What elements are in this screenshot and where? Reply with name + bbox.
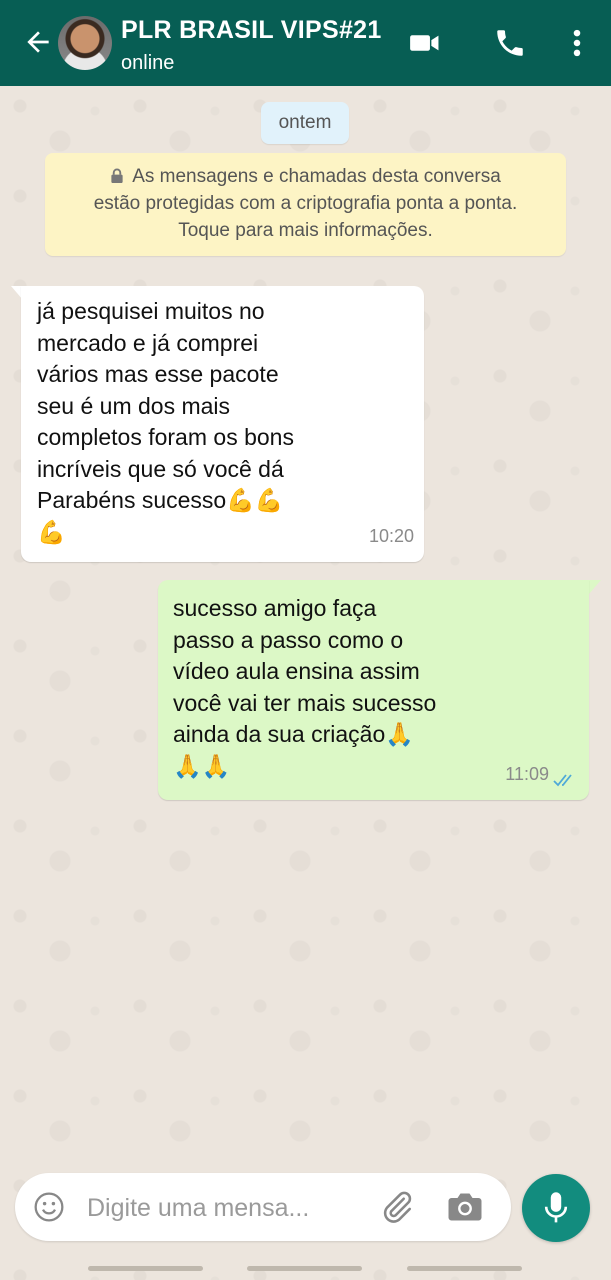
nav-hint (88, 1266, 203, 1271)
lock-icon (111, 168, 123, 183)
bubble-tail (589, 580, 601, 594)
contact-status: online (121, 52, 175, 74)
message-incoming[interactable]: já pesquisei muitos no mercado e já comp… (21, 286, 424, 562)
phone-icon[interactable] (492, 26, 528, 60)
smiley-icon[interactable] (33, 1191, 65, 1223)
microphone-icon (544, 1192, 568, 1223)
encryption-notice-line: As mensagens e chamadas desta conversa (45, 163, 566, 190)
message-input[interactable] (85, 1187, 379, 1229)
chat-header: PLR BRASIL VIPS#21 online (0, 0, 611, 86)
nav-hint (247, 1266, 362, 1271)
chat-title[interactable]: PLR BRASIL VIPS#21 (121, 16, 382, 45)
encryption-notice-line: estão protegidas com a criptografia pont… (93, 193, 518, 214)
microphone-button[interactable] (522, 1174, 590, 1242)
message-text: sucesso amigo faça passo a passo como o … (173, 595, 437, 779)
encryption-notice-line: Toque para mais informações. (178, 220, 433, 241)
paperclip-icon[interactable] (379, 1189, 415, 1225)
avatar[interactable] (58, 16, 112, 70)
message-composer (15, 1173, 511, 1241)
message-time: 11:09 (505, 763, 549, 784)
camera-icon[interactable] (447, 1190, 483, 1224)
more-vertical-icon[interactable] (565, 26, 589, 60)
message-time: 10:20 (368, 525, 414, 546)
message-text: já pesquisei muitos no mercado e já comp… (37, 298, 294, 545)
encryption-notice[interactable]: As mensagens e chamadas desta conversa e… (45, 153, 566, 256)
video-call-icon[interactable] (407, 26, 443, 60)
double-check-icon (553, 774, 572, 787)
arrow-left-icon[interactable] (22, 26, 54, 58)
nav-hint (407, 1266, 522, 1271)
message-outgoing[interactable]: sucesso amigo faça passo a passo como o … (158, 580, 589, 800)
date-chip: ontem (261, 102, 349, 144)
